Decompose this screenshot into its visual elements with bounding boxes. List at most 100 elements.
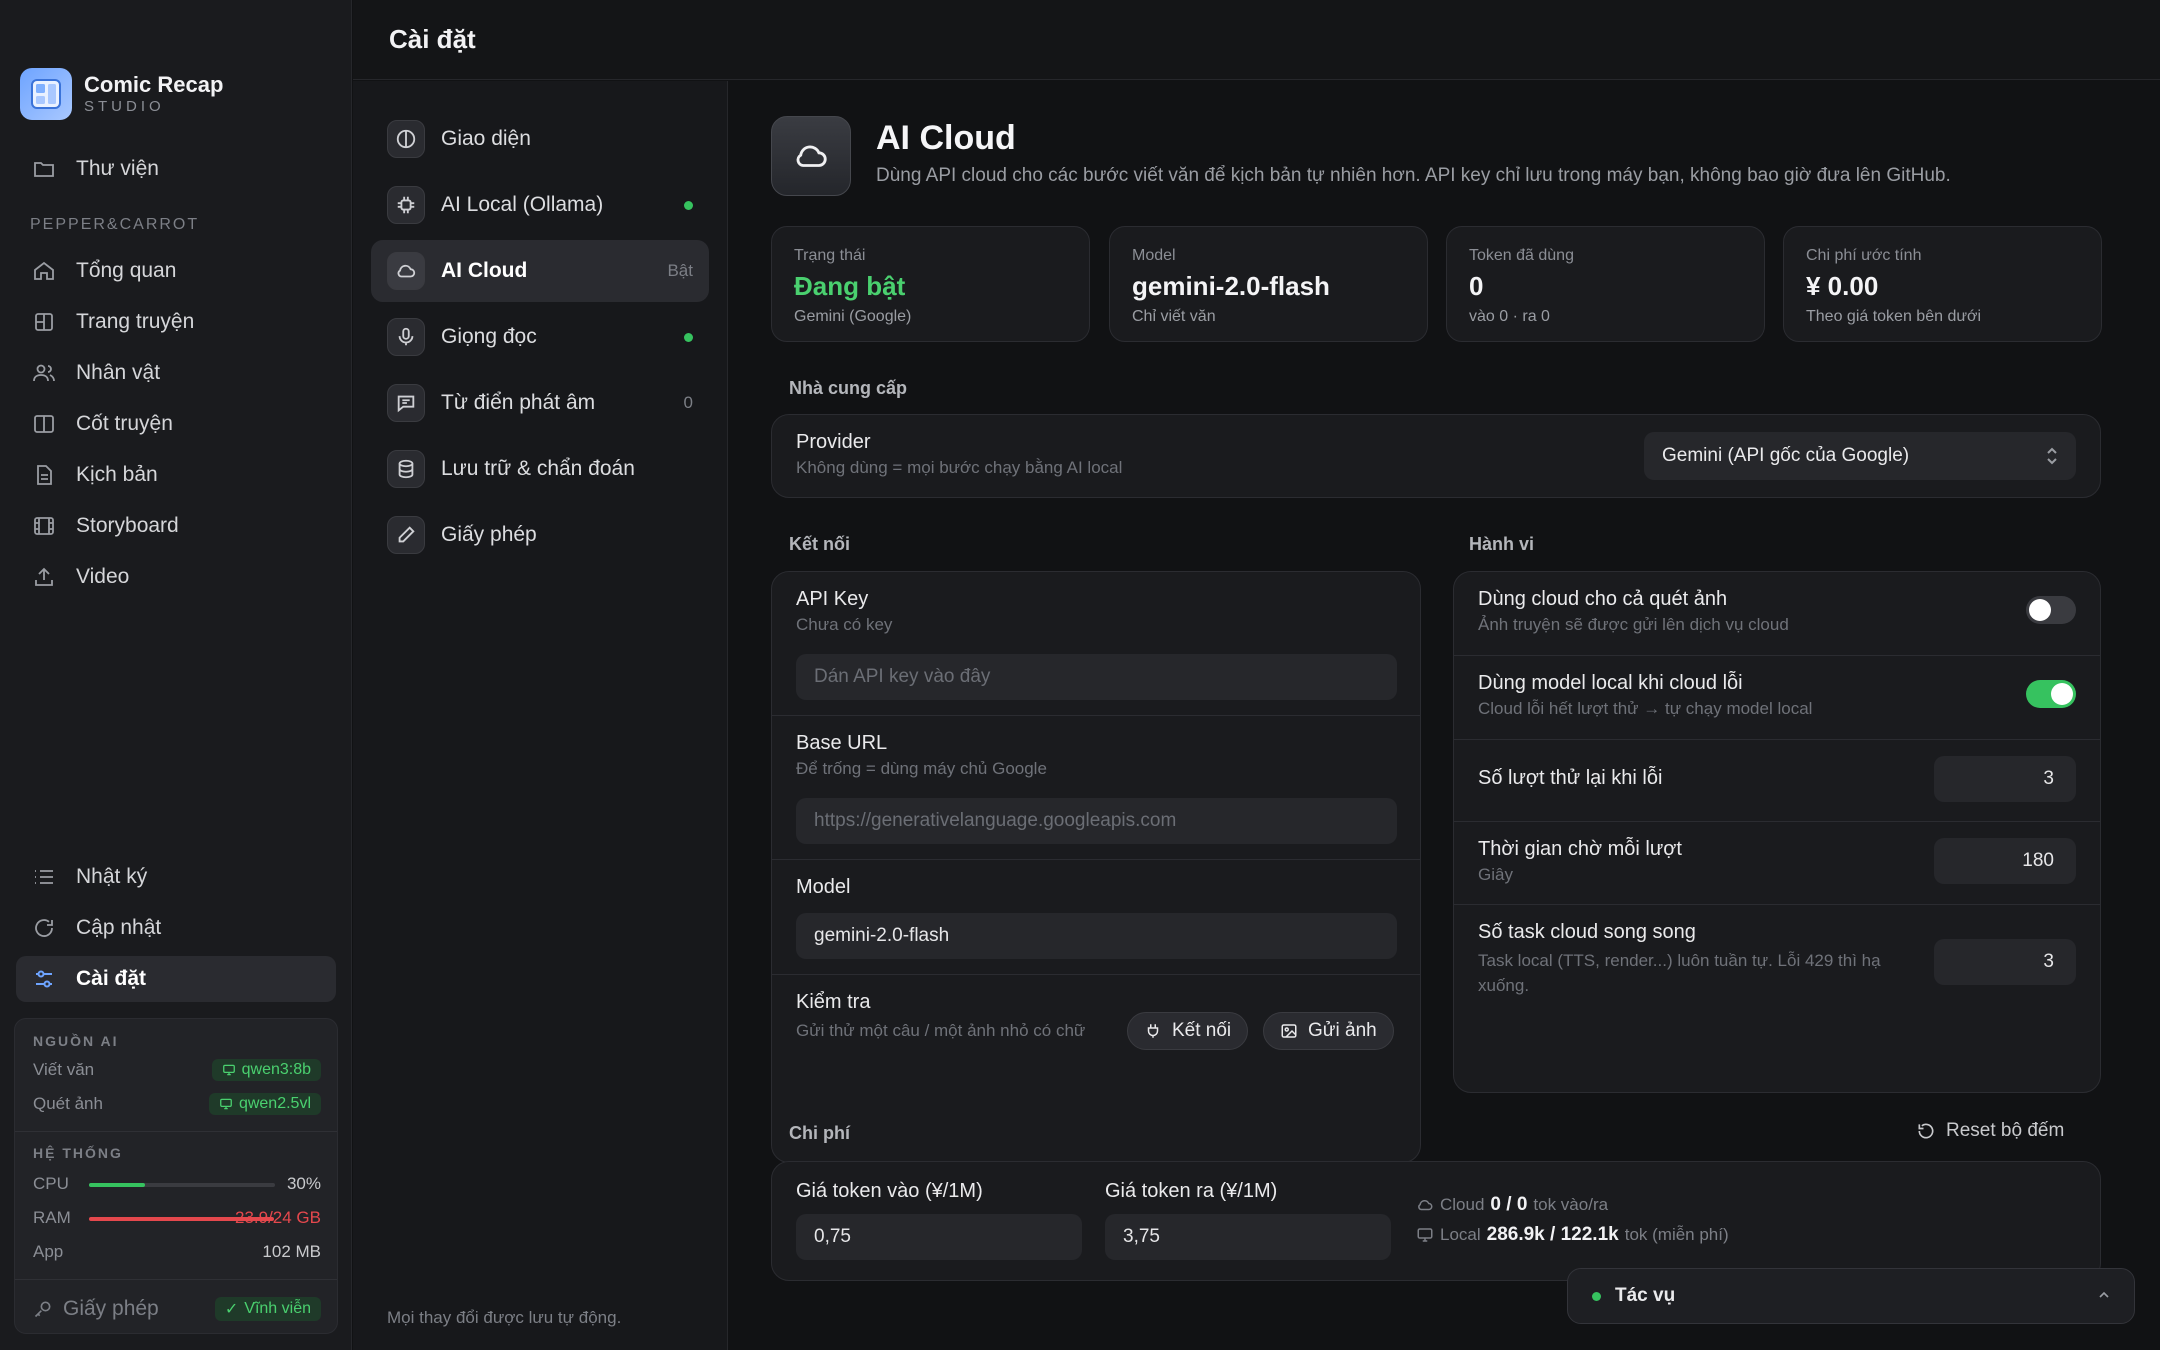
nav-storyboard[interactable]: Storyboard [16,503,336,549]
task-status-dot [1592,1291,1601,1301]
send-image-button[interactable]: Gửi ảnh [1263,1012,1394,1050]
retries-title: Số lượt thử lại khi lỗi [1478,767,1663,789]
nav-plot[interactable]: Cốt truyện [16,401,336,447]
autosave-note: Mọi thay đổi được lưu tự động. [387,1308,622,1327]
app-subtitle: STUDIO [84,98,165,115]
nav-overview[interactable]: Tổng quan [16,248,336,294]
page-title: Cài đặt [389,24,476,54]
license-badge: ✓ Vĩnh viễn [214,1297,321,1321]
stat-model: Model gemini-2.0-flash Chỉ viết văn [1109,226,1428,342]
settings-item-dictionary[interactable]: Từ điển phát âm 0 [371,372,709,434]
settings-item-status: Bật [667,261,693,280]
api-key-input[interactable]: Dán API key vào đây [796,654,1397,700]
settings-item-appearance[interactable]: Giao diện [371,108,709,170]
nav-library[interactable]: Thư viện [16,146,336,192]
nav-label: Nhật ký [76,865,148,888]
connect-button[interactable]: Kết nối [1127,1012,1249,1050]
cloud-scan-toggle[interactable] [2026,596,2076,624]
cloud-usage-value: 0 / 0 [1490,1194,1528,1215]
base-url-sub: Để trống = dùng máy chủ Google [796,759,1047,778]
nav-label: Nhân vật [76,361,161,384]
api-key-title: API Key [796,588,869,610]
nav-script[interactable]: Kịch bản [16,452,336,498]
model-title: Model [796,876,851,898]
timeout-input[interactable]: 180 [1934,838,2076,884]
settings-item-label: Giấy phép [441,523,537,546]
stat-value: gemini-2.0-flash [1132,271,1330,301]
message-icon [387,384,425,422]
timeout-sub: Giây [1478,865,1513,884]
tasks-label: Tác vụ [1615,1285,1676,1306]
nav-label: Cập nhật [76,916,162,939]
cloud-usage: Cloud 0 / 0 tok vào/ra [1416,1194,1608,1216]
nav-log[interactable]: Nhật ký [16,854,336,900]
parallel-title: Số task cloud song song [1478,921,1696,943]
chevron-up-icon [2096,1287,2112,1303]
settings-item-ai-local[interactable]: AI Local (Ollama) [371,174,709,236]
monitor-icon [1416,1226,1434,1244]
stat-status: Trạng thái Đang bật Gemini (Google) [771,226,1090,342]
stat-value: Đang bật [794,271,906,301]
nav-settings[interactable]: Cài đặt [16,956,336,1002]
fallback-toggle[interactable] [2026,680,2076,708]
token-in-input[interactable]: 0,75 [796,1214,1082,1260]
settings-item-voice[interactable]: Giọng đọc [371,306,709,368]
nav-update[interactable]: Cập nhật [16,905,336,951]
parallel-input[interactable]: 3 [1934,939,2076,985]
app-row: App 102 MB [33,1239,321,1265]
stat-sub: vào 0 · ra 0 [1469,308,1550,325]
base-url-input[interactable]: https://generativelanguage.googleapis.co… [796,798,1397,844]
local-usage-label: Local [1440,1225,1481,1244]
reset-counter-button[interactable]: Reset bộ đếm [1916,1120,2064,1142]
provider-card: Provider Không dùng = mọi bước chạy bằng… [771,414,2101,498]
nav-library-label: Thư viện [76,157,159,180]
pen-icon [387,516,425,554]
provider-title: Provider [796,431,871,453]
nav-characters[interactable]: Nhân vật [16,350,336,396]
settings-item-label: Giao diện [441,127,531,150]
cpu-bar-fill [89,1183,145,1187]
monitor-icon [222,1063,236,1077]
license-value: Vĩnh viễn [244,1300,311,1317]
nav-label: Kịch bản [76,463,158,486]
nav-label: Trang truyện [76,310,195,333]
section-description: Dùng API cloud cho các bước viết văn để … [876,165,1951,186]
document-icon [32,463,56,487]
provider-section-label: Nhà cung cấp [789,378,908,398]
settings-item-storage[interactable]: Lưu trữ & chẩn đoán [371,438,709,500]
retries-input[interactable]: 3 [1934,756,2076,802]
provider-select[interactable]: Gemini (API gốc của Google) [1644,432,2076,480]
fallback-sub: Cloud lỗi hết lượt thử → tự chạy model l… [1478,699,1813,718]
ram-bar-fill [89,1217,274,1221]
model-input[interactable]: gemini-2.0-flash [796,913,1397,959]
stat-tokens: Token đã dùng 0 vào 0 · ra 0 [1446,226,1765,342]
parallel-sub: Task local (TTS, render...) luôn tuần tự… [1478,951,1881,995]
license-row[interactable]: Giấy phép ✓ Vĩnh viễn [33,1294,321,1324]
stat-label: Trạng thái [794,247,866,264]
nav-video[interactable]: Video [16,554,336,600]
nav-pages[interactable]: Trang truyện [16,299,336,345]
chip-icon [387,186,425,224]
stat-value: 0 [1469,271,1484,301]
stat-sub: Chỉ viết văn [1132,308,1216,325]
connection-card: API Key Chưa có key Dán API key vào đây … [771,571,1421,1163]
nav-label: Cốt truyện [76,412,173,435]
stat-label: Token đã dùng [1469,247,1574,264]
brand[interactable]: Comic Recap STUDIO [20,68,223,120]
settings-item-label: AI Local (Ollama) [441,193,604,216]
contrast-icon [387,120,425,158]
cost-section-label: Chi phí [789,1123,850,1143]
token-out-input[interactable]: 3,75 [1105,1214,1391,1260]
ai-source-label: Viết văn [33,1060,95,1079]
sliders-icon [32,967,56,991]
settings-item-license[interactable]: Giấy phép [371,504,709,566]
local-usage: Local 286.9k / 122.1k tok (miễn phí) [1416,1224,1729,1246]
home-icon [32,259,56,283]
stat-label: Chi phí ước tính [1806,247,1922,264]
cpu-value: 30% [286,1174,321,1193]
tasks-panel[interactable]: Tác vụ [1567,1268,2135,1324]
key-icon [33,1299,53,1319]
nav-label: Video [76,565,130,588]
settings-item-ai-cloud[interactable]: AI Cloud Bật [371,240,709,302]
cost-card: Giá token vào (¥/1M) 0,75 Giá token ra (… [771,1161,2101,1281]
